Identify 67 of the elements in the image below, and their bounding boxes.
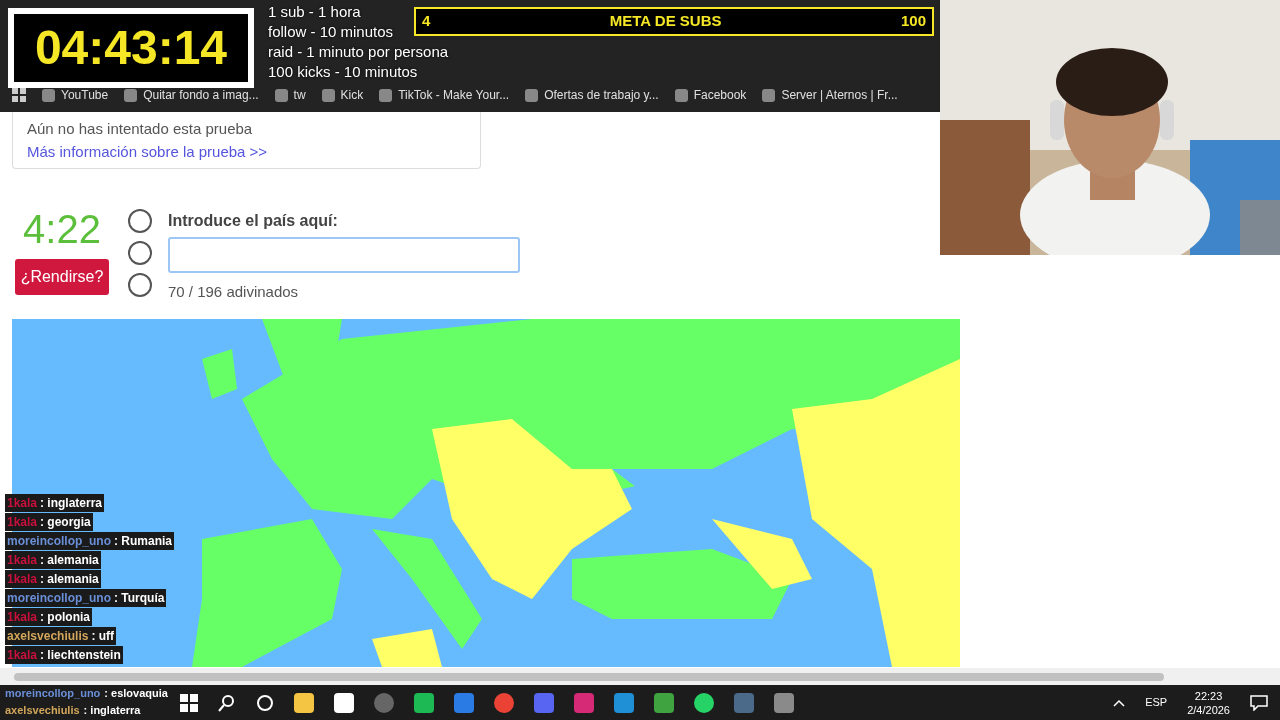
time-left: 4:22 [23, 209, 101, 249]
bookmark[interactable]: Quitar fondo a imag... [124, 86, 259, 104]
goal-target: 100 [900, 11, 926, 32]
app-icon[interactable] [334, 692, 354, 713]
chat-username: moreincollop_uno [7, 590, 111, 607]
notice-text: Aún no has intentado esta prueba [27, 121, 254, 136]
chat-message: : eslovaquia [104, 686, 168, 702]
chat-username: axelsvechiulis [5, 703, 80, 719]
bookmark[interactable]: Ofertas de trabajo y... [525, 86, 659, 104]
chat-message: : alemania [39, 571, 99, 588]
chat-message: : inglaterra [83, 703, 141, 719]
app-icon[interactable] [414, 692, 434, 713]
bookmark[interactable]: TikTok - Make Your... [379, 86, 510, 104]
chat-username: 1kala [7, 514, 38, 531]
chat-message: : Rumania [113, 533, 173, 550]
more-info-link[interactable]: Más información sobre la prueba >> [27, 144, 466, 159]
bookmark[interactable]: YouTube [42, 86, 109, 104]
chat-message: : inglaterra [39, 495, 103, 512]
chat-username: moreincollop_uno [7, 533, 111, 550]
stream-timer: 04:43:14 [34, 24, 228, 72]
country-input[interactable] [168, 237, 520, 273]
site-icon [674, 88, 688, 102]
chat-username: 1kala [7, 495, 38, 512]
site-icon [42, 88, 55, 102]
site-icon [379, 88, 393, 102]
chat-message: : liechtenstein [39, 647, 121, 664]
rule-text: follow - 10 minutos [268, 22, 394, 42]
goal-current: 4 [422, 11, 431, 32]
chat-message: : alemania [39, 552, 99, 569]
rule-text: raid - 1 minuto por persona [268, 42, 449, 62]
chat-username: 1kala [7, 571, 38, 588]
site-icon [762, 88, 776, 102]
bookmark[interactable]: tw [274, 86, 306, 104]
windows-start-icon[interactable] [180, 693, 198, 712]
app-icon[interactable] [294, 692, 314, 713]
bookmark[interactable]: Kick [321, 86, 364, 104]
chat-message: : uff [90, 628, 115, 645]
site-icon [321, 88, 335, 102]
bookmark[interactable]: Server | Aternos | Fr... [762, 86, 898, 104]
site-icon [274, 88, 288, 102]
notification-icon[interactable] [1250, 694, 1268, 711]
chat-username: 1kala [7, 647, 38, 664]
chat-message: : Turquía [113, 590, 165, 607]
language-indicator[interactable]: ESP [1145, 694, 1168, 711]
rule-text: 100 kicks - 10 minutos [268, 62, 418, 82]
scrollbar[interactable] [0, 668, 1280, 685]
bookmark[interactable]: Facebook [674, 86, 747, 104]
input-label: Introduce el país aquí: [168, 211, 339, 231]
goal-title: META DE SUBS [609, 11, 722, 32]
search-icon[interactable] [218, 693, 236, 712]
chat-username: moreincollop_uno [5, 686, 101, 702]
app-icon[interactable] [694, 692, 714, 713]
site-icon [124, 88, 138, 102]
rule-text: 1 sub - 1 hora [268, 2, 361, 22]
chat-username: axelsvechiulis [7, 628, 89, 645]
caret-icon[interactable] [1113, 698, 1126, 707]
clock-time: 22:23 [1194, 688, 1223, 703]
site-icon [525, 88, 539, 102]
give-up-button[interactable]: ¿Rendirse? [14, 259, 110, 295]
progress-text: 70 / 196 adivinados [168, 282, 300, 302]
clock-date: 2/4/2026 [1187, 702, 1230, 717]
chat-message: : polonia [39, 609, 91, 626]
apps-grid-icon[interactable] [12, 88, 26, 102]
chat-username: 1kala [7, 552, 38, 569]
chat-username: 1kala [7, 609, 38, 626]
circle-icon[interactable] [256, 693, 274, 712]
chat-message: : georgia [39, 514, 91, 531]
